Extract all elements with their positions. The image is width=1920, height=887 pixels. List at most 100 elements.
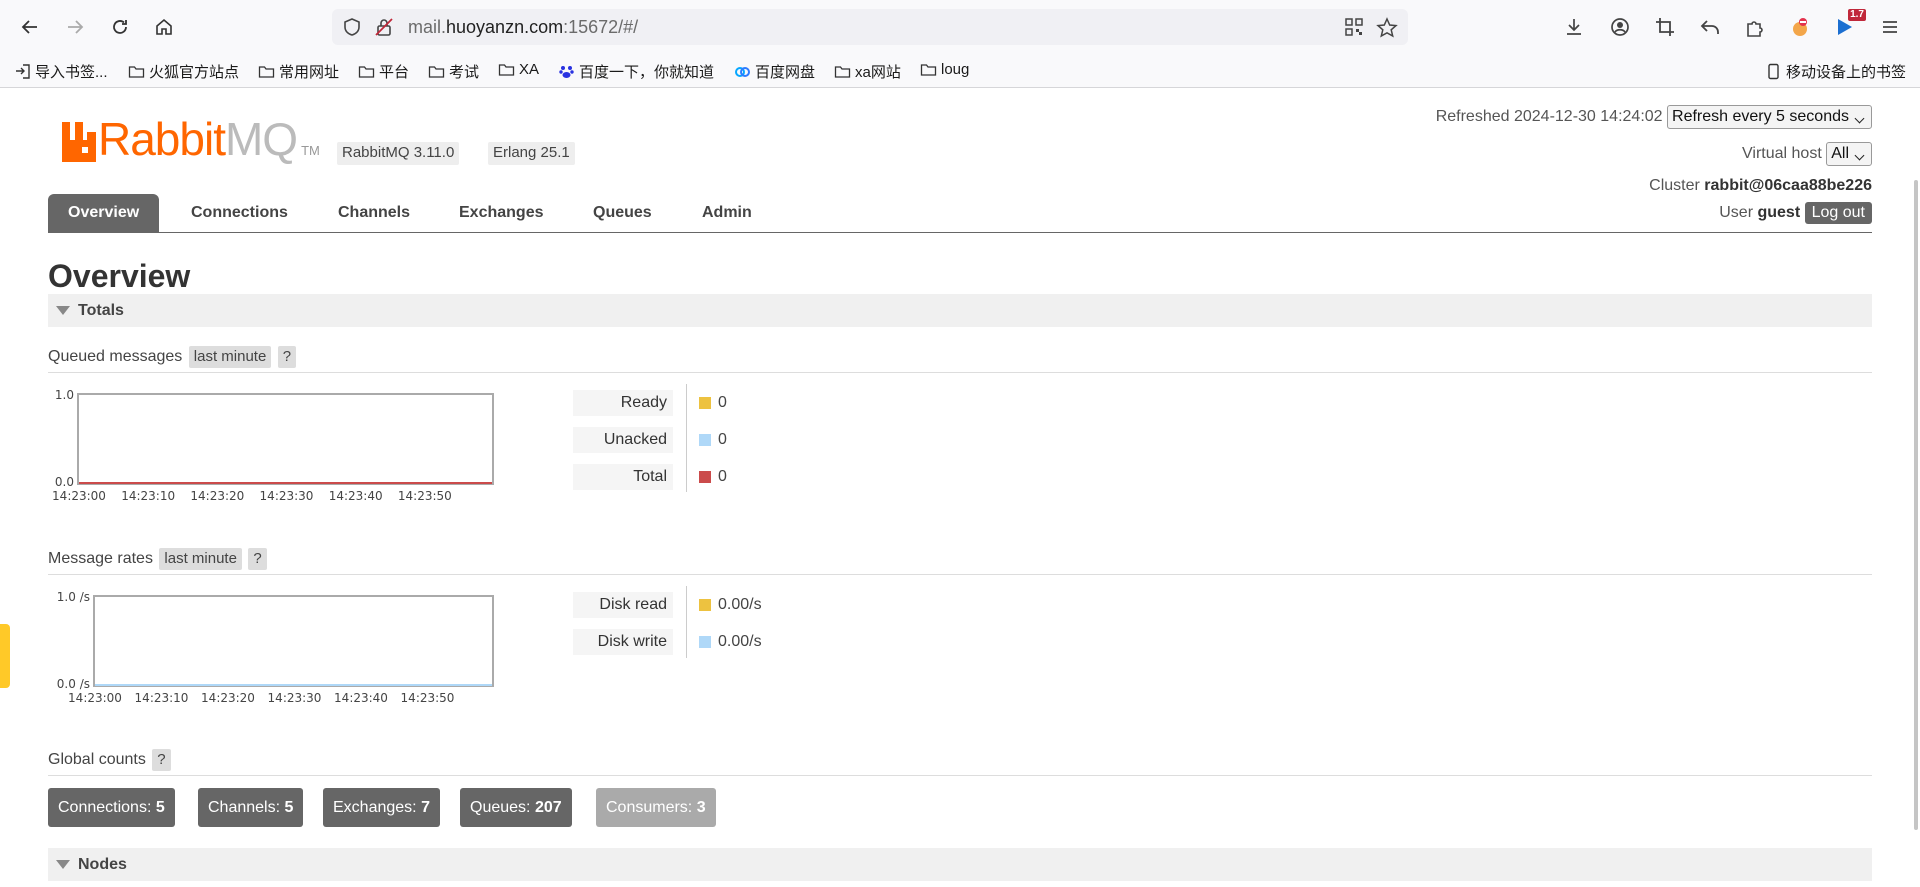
x-tick-label: 14:23:40 <box>329 489 383 503</box>
legend-label: Ready <box>573 390 673 416</box>
downloads-button[interactable] <box>1559 12 1589 42</box>
folder-icon <box>428 66 445 78</box>
rates-range-selector[interactable]: last minute <box>159 548 242 570</box>
url-prefix: mail. <box>408 17 447 37</box>
bookmark-star-icon[interactable] <box>1376 17 1398 39</box>
page-scrollbar[interactable] <box>1912 88 1920 887</box>
queues-count-button[interactable]: Queues: 207 <box>460 788 572 827</box>
count-label: Exchanges: <box>333 799 417 816</box>
legend-value-ready: 0 <box>699 390 727 416</box>
x-tick-label: 14:23:10 <box>121 489 175 503</box>
logo-rabbit-text: Rabbit <box>98 113 226 165</box>
reload-button[interactable] <box>105 12 135 42</box>
nodes-section-header[interactable]: Nodes <box>48 848 1872 881</box>
x-tick-label: 14:23:30 <box>268 691 322 705</box>
exchanges-count-button[interactable]: Exchanges: 7 <box>323 788 440 827</box>
bookmark-folder[interactable]: 常用网址 <box>258 61 339 82</box>
legend-label: Total <box>573 464 673 490</box>
legend-value: 0 <box>718 468 727 485</box>
vhost-select[interactable]: All <box>1826 142 1872 166</box>
tab-channels[interactable]: Channels <box>318 194 430 232</box>
cluster-label: Cluster <box>1649 177 1700 194</box>
legend-swatch-total <box>699 471 711 483</box>
count-value: 3 <box>696 799 706 816</box>
consumers-count-button[interactable]: Consumers: 3 <box>596 788 716 827</box>
extension-avatar-button[interactable] <box>1785 12 1815 42</box>
bookmark-folder[interactable]: 平台 <box>358 61 409 82</box>
collapse-triangle-icon <box>56 306 70 315</box>
extensions-button[interactable] <box>1740 12 1770 42</box>
rabbitmq-logo[interactable]: RabbitMQ TM <box>62 116 320 162</box>
totals-section-header[interactable]: Totals <box>48 294 1872 327</box>
folder-icon <box>128 66 145 78</box>
url-text[interactable]: mail.huoyanzn.com:15672/#/ <box>408 17 638 38</box>
shield-icon[interactable] <box>342 17 362 37</box>
mobile-bookmarks[interactable]: 移动设备上的书签 <box>1765 61 1906 82</box>
vhost-label: Virtual host <box>1742 145 1822 163</box>
folder-icon <box>920 64 937 76</box>
x-tick-label: 14:23:00 <box>68 691 122 705</box>
refresh-interval-select[interactable]: Refresh every 5 seconds <box>1667 105 1872 129</box>
rates-help-button[interactable]: ? <box>248 548 267 570</box>
insecure-lock-icon[interactable] <box>374 17 394 37</box>
forward-arrow-icon <box>68 20 84 34</box>
forward-button[interactable] <box>60 12 90 42</box>
legend-divider <box>686 384 687 492</box>
bookmark-import[interactable]: 导入书签... <box>14 61 108 82</box>
sidebar-pull-tab[interactable] <box>0 624 10 688</box>
bookmarks-toolbar: 导入书签... 火狐官方站点 常用网址 平台 考试 XA 百度一下，你就知道 百… <box>0 55 1920 88</box>
qr-code-icon[interactable] <box>1344 17 1364 37</box>
bookmark-folder[interactable]: xa网站 <box>834 61 901 82</box>
menu-button[interactable] <box>1875 12 1905 42</box>
home-button[interactable] <box>149 12 179 42</box>
legend-label: Unacked <box>573 427 673 453</box>
legend-divider <box>686 586 687 658</box>
account-button[interactable] <box>1605 12 1635 42</box>
x-tick-label: 14:23:20 <box>190 489 244 503</box>
bookmark-folder[interactable]: XA <box>498 61 539 78</box>
tab-admin[interactable]: Admin <box>682 194 772 232</box>
bookmark-label: 移动设备上的书签 <box>1785 64 1906 81</box>
legend-swatch-disk-read <box>699 599 711 611</box>
back-button[interactable] <box>15 12 45 42</box>
tab-exchanges[interactable]: Exchanges <box>439 194 563 232</box>
bookmark-link[interactable]: 百度一下，你就知道 <box>558 61 714 82</box>
y-tick-label: 1.0 <box>55 388 74 402</box>
extension-badge-button[interactable]: 1.7 <box>1830 9 1866 42</box>
global-help-button[interactable]: ? <box>152 749 171 771</box>
queued-range-selector[interactable]: last minute <box>188 346 272 368</box>
connections-count-button[interactable]: Connections: 5 <box>48 788 175 827</box>
rabbitmq-version-badge: RabbitMQ 3.11.0 <box>337 142 460 165</box>
tab-connections[interactable]: Connections <box>171 194 308 232</box>
chart-svg: 0.0 1.0 14:23:00 14:23:10 14:23:20 14:23:30 14… <box>52 388 494 503</box>
download-icon <box>1567 19 1581 35</box>
logo-trademark: TM <box>301 143 320 158</box>
legend-value: 0 <box>718 431 727 448</box>
rabbitmq-logo-mark <box>62 122 96 162</box>
scrollbar-thumb[interactable] <box>1914 180 1918 830</box>
extension-badge-count: 1.7 <box>1848 9 1866 21</box>
message-rates-header: Message rates last minute ? <box>48 547 1872 575</box>
bookmark-label: loug <box>941 61 970 78</box>
count-value: 5 <box>155 799 165 816</box>
section-title: Totals <box>78 302 124 319</box>
refreshed-label: Refreshed <box>1435 108 1510 126</box>
legend-row-unacked: Unacked <box>573 426 673 454</box>
legend-swatch-ready <box>699 397 711 409</box>
bookmark-link[interactable]: 百度网盘 <box>734 61 815 82</box>
bookmark-folder[interactable]: 火狐官方站点 <box>128 61 239 82</box>
legend-value-disk-read: 0.00/s <box>699 592 762 618</box>
tab-queues[interactable]: Queues <box>573 194 672 232</box>
virtual-host-picker: Virtual host All <box>1742 142 1872 166</box>
bookmark-label: 平台 <box>379 64 410 81</box>
tab-overview[interactable]: Overview <box>48 194 160 232</box>
undo-button[interactable] <box>1695 12 1725 42</box>
bookmark-folder[interactable]: loug <box>920 61 969 78</box>
bookmark-label: 导入书签... <box>35 64 108 81</box>
channels-count-button[interactable]: Channels: 5 <box>198 788 304 827</box>
bookmark-folder[interactable]: 考试 <box>428 61 479 82</box>
address-bar[interactable]: mail.huoyanzn.com:15672/#/ <box>332 9 1408 45</box>
screenshot-button[interactable] <box>1650 12 1680 42</box>
queued-messages-title: Queued messages <box>48 348 183 365</box>
queued-help-button[interactable]: ? <box>277 346 297 368</box>
